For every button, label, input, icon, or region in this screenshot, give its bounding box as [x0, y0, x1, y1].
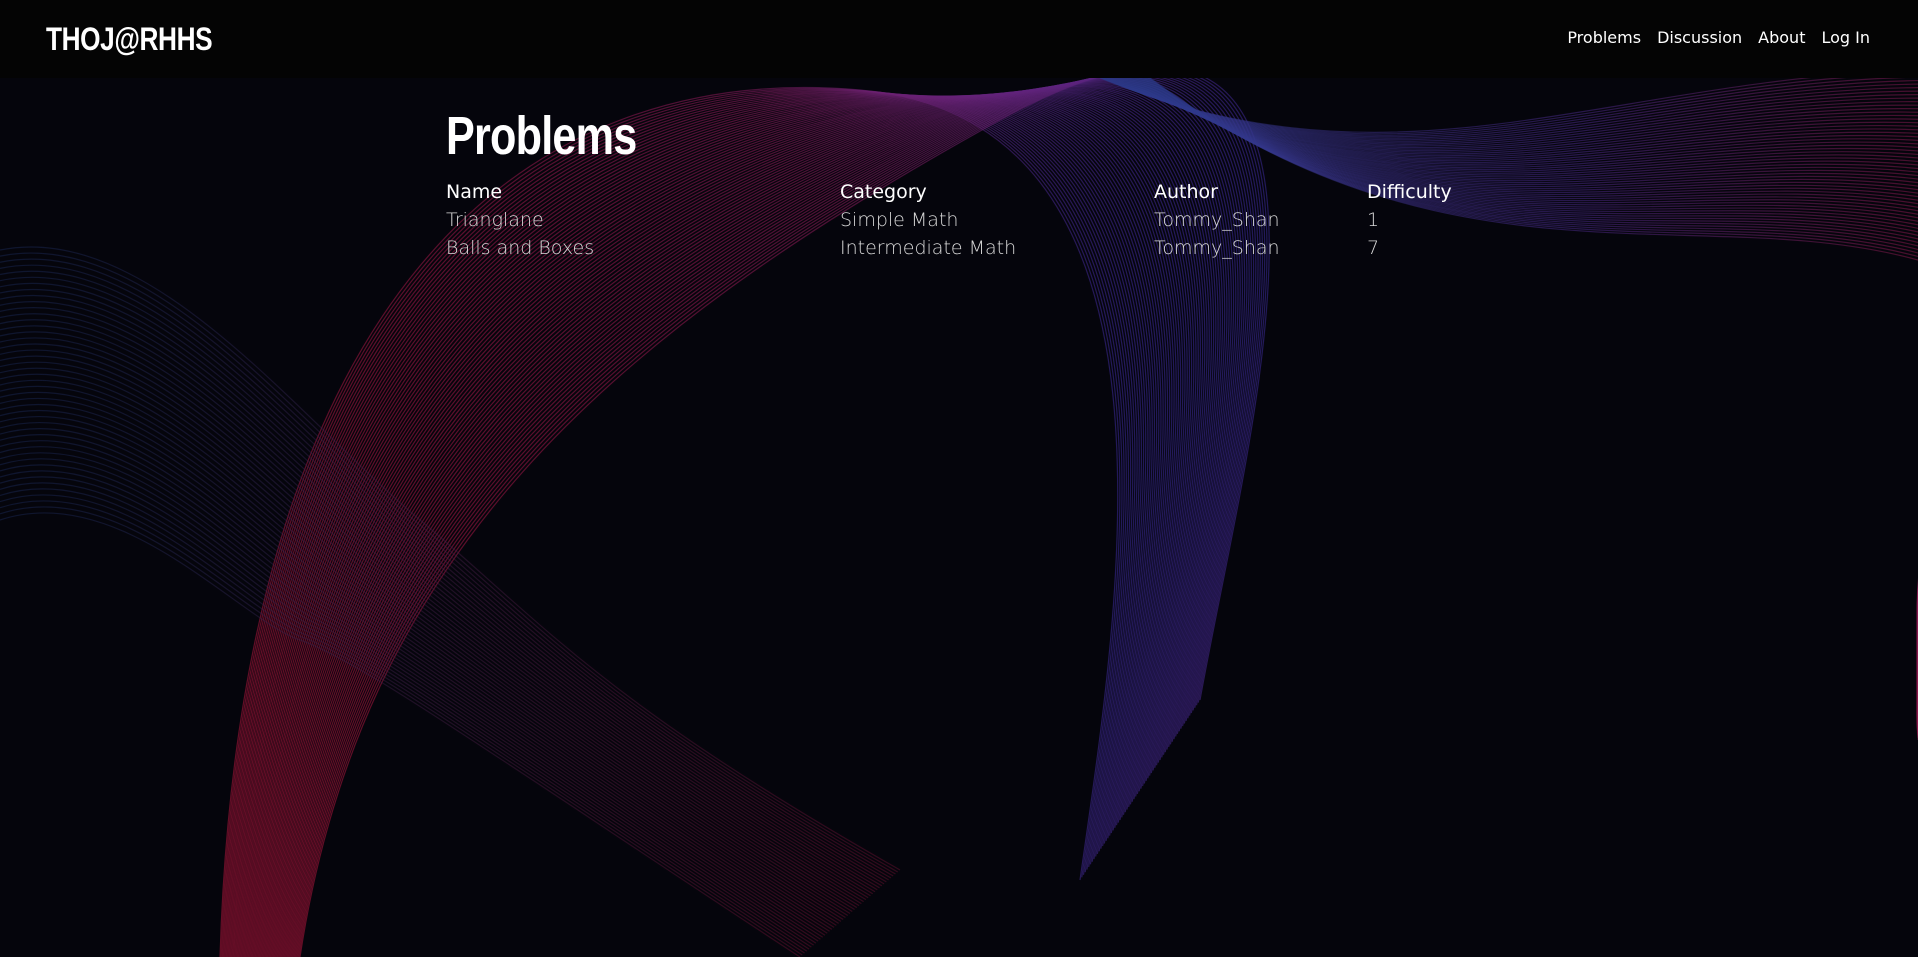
- header-category: Category: [840, 181, 927, 203]
- page-title: Problems: [446, 106, 637, 166]
- problem-author: Tommy_Shan: [1154, 237, 1280, 259]
- problem-difficulty: 7: [1367, 237, 1380, 259]
- problem-category: Simple Math: [840, 209, 959, 231]
- brand-logo[interactable]: THOJ@RHHS: [46, 19, 213, 59]
- problem-author: Tommy_Shan: [1154, 209, 1280, 231]
- problem-category: Intermediate Math: [840, 237, 1017, 259]
- header-author: Author: [1154, 181, 1218, 203]
- main-content: Problems Name Category Author Difficulty…: [446, 104, 1486, 262]
- header-difficulty: Difficulty: [1367, 181, 1452, 203]
- problem-name[interactable]: Balls and Boxes: [446, 234, 594, 262]
- table-row[interactable]: Trianglane Simple Math Tommy_Shan 1: [446, 206, 1486, 234]
- header-name: Name: [446, 181, 503, 203]
- nav-about[interactable]: About: [1758, 27, 1805, 49]
- nav-discussion[interactable]: Discussion: [1657, 27, 1742, 49]
- problem-difficulty: 1: [1367, 209, 1380, 231]
- table-header: Name Category Author Difficulty: [446, 178, 1486, 206]
- nav-problems[interactable]: Problems: [1567, 27, 1641, 49]
- problem-name[interactable]: Trianglane: [446, 206, 544, 234]
- nav-links: Problems Discussion About Log In: [1567, 27, 1870, 49]
- navbar: THOJ@RHHS Problems Discussion About Log …: [0, 0, 1918, 78]
- nav-login[interactable]: Log In: [1821, 27, 1870, 49]
- table-row[interactable]: Balls and Boxes Intermediate Math Tommy_…: [446, 234, 1486, 262]
- problems-table: Name Category Author Difficulty Triangla…: [446, 178, 1486, 262]
